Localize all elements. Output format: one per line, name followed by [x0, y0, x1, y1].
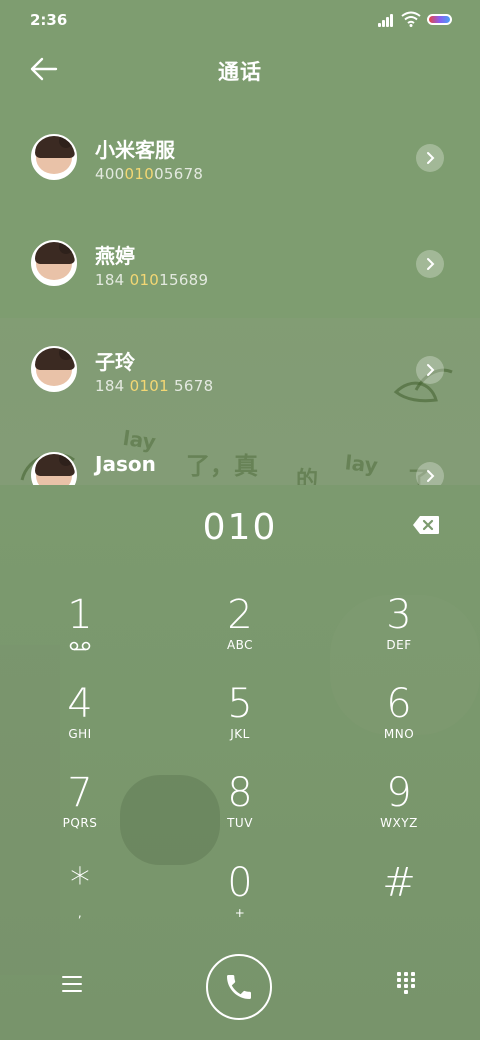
avatar: [31, 134, 77, 180]
contact-name: Jason: [95, 452, 156, 476]
avatar: [31, 346, 77, 392]
key-star[interactable]: *,: [20, 861, 140, 941]
contact-item[interactable]: 子玲 184 0101 5678: [0, 316, 480, 422]
signal-icon: [378, 14, 396, 27]
key-0[interactable]: 0 +: [180, 861, 300, 941]
chevron-right-icon[interactable]: [416, 462, 444, 485]
chevron-right-icon[interactable]: [416, 250, 444, 278]
contact-number: 184 01015689: [95, 271, 209, 289]
status-bar: 2:36: [0, 0, 480, 40]
key-7[interactable]: 7 PQRS: [20, 771, 140, 851]
menu-icon[interactable]: [62, 975, 84, 993]
dial-pad: 010 1 2 ABC 3 DEF 4 GHI 5 JKL 6 MNO 7 PQRS 8 TU…: [0, 485, 480, 1040]
backspace-icon[interactable]: [412, 515, 440, 535]
call-button[interactable]: [206, 954, 272, 1020]
contact-name: 燕婷: [95, 244, 135, 268]
wifi-icon: [401, 11, 421, 27]
contact-item[interactable]: Jason: [0, 422, 480, 485]
avatar: [31, 240, 77, 286]
voicemail-icon: [69, 641, 91, 651]
key-3[interactable]: 3 DEF: [339, 593, 459, 673]
key-1[interactable]: 1: [20, 593, 140, 673]
contact-name: 子玲: [95, 350, 135, 374]
header: 通话: [0, 44, 480, 96]
dialed-number: 010: [202, 507, 278, 548]
contact-item[interactable]: 小米客服 40001005678: [0, 104, 480, 210]
avatar: [31, 452, 77, 485]
keypad-icon[interactable]: [397, 972, 417, 996]
phone-call-icon: [227, 975, 251, 999]
key-4[interactable]: 4 GHI: [20, 682, 140, 762]
key-2[interactable]: 2 ABC: [180, 593, 300, 673]
contact-number: 40001005678: [95, 165, 204, 183]
contact-name: 小米客服: [95, 138, 175, 162]
top-area: lay 了，真 的 lay 了 2:36 通话 小米客服 40001005678…: [0, 0, 480, 485]
key-5[interactable]: 5 JKL: [180, 682, 300, 762]
contact-item[interactable]: 燕婷 184 01015689: [0, 210, 480, 316]
key-8[interactable]: 8 TUV: [180, 771, 300, 851]
battery-icon: [427, 14, 452, 25]
status-time: 2:36: [30, 11, 68, 29]
chevron-right-icon[interactable]: [416, 144, 444, 172]
page-title: 通话: [218, 60, 262, 84]
key-6[interactable]: 6 MNO: [339, 682, 459, 762]
key-9[interactable]: 9 WXYZ: [339, 771, 459, 851]
contact-number: 184 0101 5678: [95, 377, 214, 395]
key-hash[interactable]: #: [339, 861, 459, 941]
chevron-right-icon[interactable]: [416, 356, 444, 384]
